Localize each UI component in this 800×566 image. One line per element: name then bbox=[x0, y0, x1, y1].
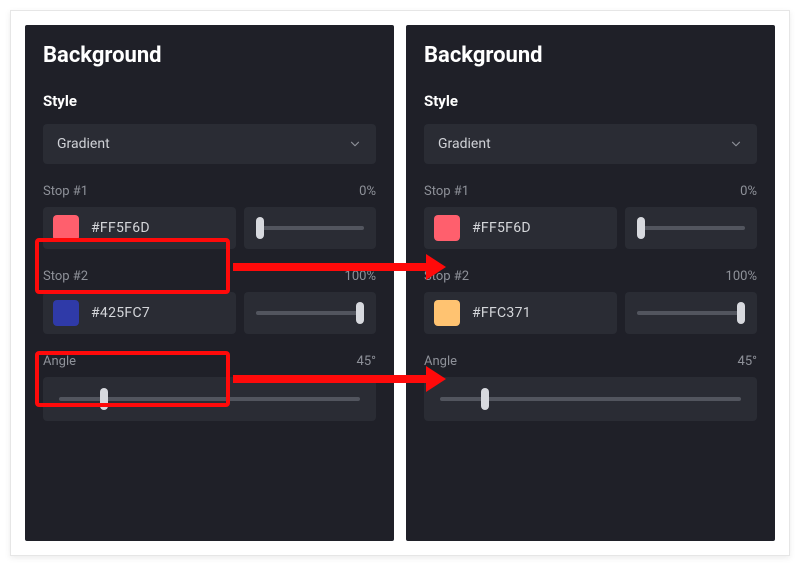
background-panel-right: Background Style Gradient Stop #1 0% #FF… bbox=[406, 25, 775, 541]
stop-1-label: Stop #1 bbox=[424, 184, 469, 199]
slider-thumb[interactable] bbox=[100, 388, 108, 410]
slider-thumb[interactable] bbox=[256, 217, 264, 239]
stop-2-color-input[interactable]: #FFC371 bbox=[424, 292, 617, 334]
stop-1-row: #FF5F6D bbox=[43, 207, 376, 249]
slider-track bbox=[256, 226, 364, 230]
stop-2-row: #FFC371 bbox=[424, 292, 757, 334]
stop-1-swatch bbox=[53, 215, 79, 241]
stop-1-header: Stop #1 0% bbox=[43, 184, 376, 199]
slider-track bbox=[637, 311, 745, 315]
angle-section: Angle 45° bbox=[43, 354, 376, 421]
style-dropdown-value: Gradient bbox=[438, 136, 491, 152]
stop-1-row: #FF5F6D bbox=[424, 207, 757, 249]
style-heading: Style bbox=[43, 92, 376, 110]
slider-track bbox=[256, 311, 364, 315]
stop-2-color-input[interactable]: #425FC7 bbox=[43, 292, 236, 334]
angle-label: Angle bbox=[43, 354, 76, 369]
style-dropdown[interactable]: Gradient bbox=[424, 124, 757, 164]
panel-title: Background bbox=[43, 43, 376, 68]
stop-1-position-slider[interactable] bbox=[625, 207, 757, 249]
chevron-down-icon bbox=[729, 137, 743, 151]
stop-2-header: Stop #2 100% bbox=[43, 269, 376, 284]
stop-2-label: Stop #2 bbox=[43, 269, 88, 284]
stop-1-percent: 0% bbox=[740, 184, 757, 199]
stop-2-row: #425FC7 bbox=[43, 292, 376, 334]
stop-1-swatch bbox=[434, 215, 460, 241]
stop-1-hex: #FF5F6D bbox=[472, 220, 531, 236]
angle-header: Angle 45° bbox=[424, 354, 757, 369]
stop-2-hex: #FFC371 bbox=[472, 305, 531, 321]
panel-title: Background bbox=[424, 43, 757, 68]
slider-thumb[interactable] bbox=[737, 302, 745, 324]
stop-2-label: Stop #2 bbox=[424, 269, 469, 284]
stop-2-header: Stop #2 100% bbox=[424, 269, 757, 284]
stop-1-hex: #FF5F6D bbox=[91, 220, 150, 236]
stop-1-header: Stop #1 0% bbox=[424, 184, 757, 199]
angle-section: Angle 45° bbox=[424, 354, 757, 421]
stop-1-color-input[interactable]: #FF5F6D bbox=[424, 207, 617, 249]
slider-thumb[interactable] bbox=[637, 217, 645, 239]
slider-thumb[interactable] bbox=[356, 302, 364, 324]
slider-track bbox=[637, 226, 745, 230]
stop-1-percent: 0% bbox=[359, 184, 376, 199]
stop-1-position-slider[interactable] bbox=[244, 207, 376, 249]
background-panel-left: Background Style Gradient Stop #1 0% #FF… bbox=[25, 25, 394, 541]
angle-value: 45° bbox=[357, 354, 376, 369]
stop-2-position-slider[interactable] bbox=[244, 292, 376, 334]
style-dropdown[interactable]: Gradient bbox=[43, 124, 376, 164]
stop-1-color-input[interactable]: #FF5F6D bbox=[43, 207, 236, 249]
style-dropdown-value: Gradient bbox=[57, 136, 110, 152]
stop-2-percent: 100% bbox=[726, 269, 757, 284]
style-heading: Style bbox=[424, 92, 757, 110]
stop-2-hex: #425FC7 bbox=[91, 305, 150, 321]
chevron-down-icon bbox=[348, 137, 362, 151]
slider-thumb[interactable] bbox=[481, 388, 489, 410]
angle-slider[interactable] bbox=[424, 377, 757, 421]
slider-track bbox=[59, 397, 360, 401]
comparison-stage: Background Style Gradient Stop #1 0% #FF… bbox=[10, 10, 790, 556]
stop-2-swatch bbox=[434, 300, 460, 326]
stop-2-percent: 100% bbox=[345, 269, 376, 284]
angle-slider[interactable] bbox=[43, 377, 376, 421]
angle-header: Angle 45° bbox=[43, 354, 376, 369]
angle-value: 45° bbox=[738, 354, 757, 369]
stop-1-label: Stop #1 bbox=[43, 184, 88, 199]
stop-2-position-slider[interactable] bbox=[625, 292, 757, 334]
stop-2-swatch bbox=[53, 300, 79, 326]
slider-track bbox=[440, 397, 741, 401]
angle-label: Angle bbox=[424, 354, 457, 369]
